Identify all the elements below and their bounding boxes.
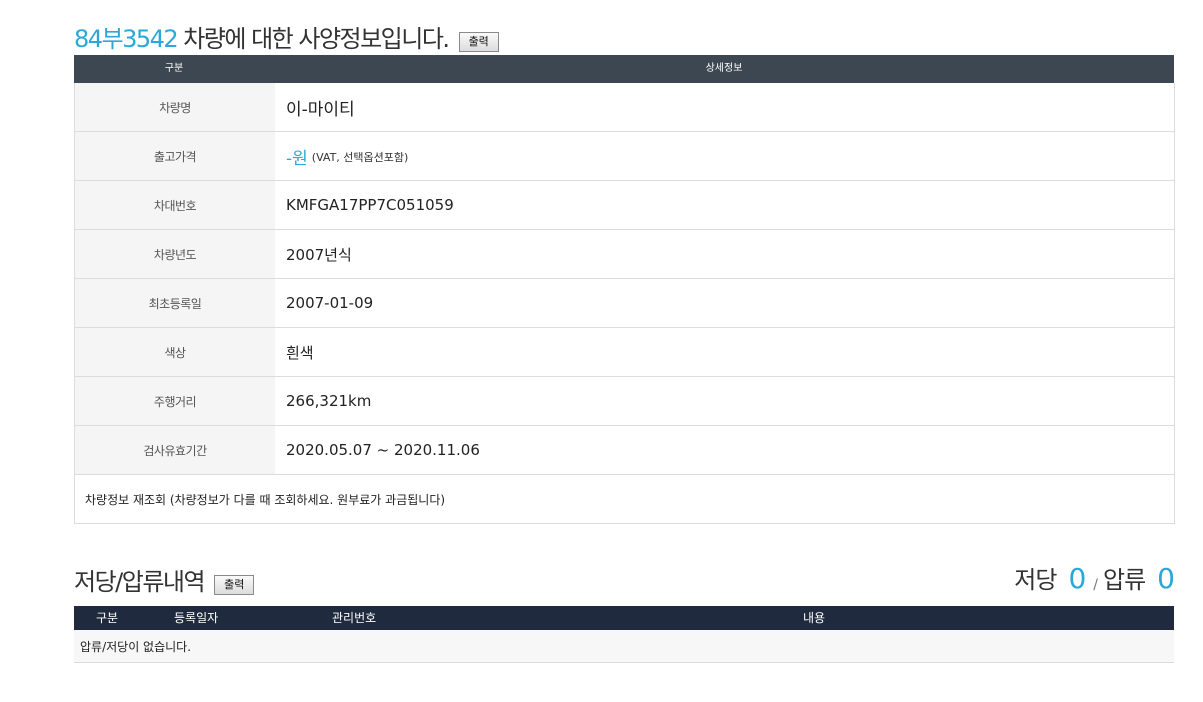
- print-spec-button[interactable]: 출력: [458, 32, 499, 52]
- lien-title: 저당/압류내역: [74, 568, 206, 596]
- spec-value: -원 (VAT, 선택옵션포함): [275, 132, 1174, 180]
- lien-col-date: 등록일자: [174, 611, 219, 625]
- refetch-vehicle-info-link[interactable]: 차량정보 재조회 (차량정보가 다를 때 조회하세요. 원부료가 과금됩니다): [74, 475, 1175, 524]
- lien-summary: 저당 0 / 압류 0: [1014, 560, 1175, 595]
- print-lien-button[interactable]: 출력: [214, 575, 255, 595]
- lien-table-header: 구분 등록일자 관리번호 내용: [74, 606, 1174, 630]
- spec-value: 2020.05.07 ~ 2020.11.06: [286, 441, 480, 459]
- spec-label: 차량명: [75, 83, 275, 131]
- spec-value: KMFGA17PP7C051059: [286, 196, 454, 214]
- spec-row-inspection: 검사유효기간 2020.05.07 ~ 2020.11.06: [74, 426, 1175, 475]
- price-value: -원: [286, 148, 308, 169]
- spec-row-mileage: 주행거리 266,321km: [74, 377, 1175, 426]
- spec-value: 2007-01-09: [286, 294, 374, 312]
- price-note: (VAT, 선택옵션포함): [311, 151, 409, 164]
- spec-row-name: 차량명 이-마이티: [74, 83, 1175, 132]
- spec-row-year: 차량년도 2007년식: [74, 230, 1175, 279]
- spec-label: 검사유효기간: [75, 426, 275, 474]
- page-title: 84부3542 차량에 대한 사양정보입니다. 출력: [74, 14, 499, 54]
- spec-row-vin: 차대번호 KMFGA17PP7C051059: [74, 181, 1175, 230]
- plate-number: 84부3542: [74, 25, 179, 53]
- summary-separator: /: [1093, 577, 1098, 593]
- spec-label: 출고가격: [75, 132, 275, 180]
- spec-table-header: 구분 상세정보: [74, 55, 1174, 83]
- col-category: 구분: [164, 63, 184, 74]
- spec-label: 색상: [75, 328, 275, 376]
- seizure-label: 압류: [1103, 566, 1146, 594]
- spec-label: 최초등록일: [75, 279, 275, 327]
- lien-col-number: 관리번호: [332, 611, 377, 625]
- lien-col-content: 내용: [803, 611, 826, 625]
- spec-row-price: 출고가격 -원 (VAT, 선택옵션포함): [74, 132, 1175, 181]
- col-detail: 상세정보: [705, 63, 743, 74]
- title-text: 차량에 대한 사양정보입니다.: [183, 25, 450, 53]
- lien-empty-row: 압류/저당이 없습니다.: [74, 630, 1174, 663]
- seizure-count: 0: [1157, 562, 1175, 595]
- spec-value: 흰색: [286, 343, 314, 362]
- spec-label: 주행거리: [75, 377, 275, 425]
- spec-label: 차량년도: [75, 230, 275, 278]
- mortgage-label: 저당: [1014, 566, 1057, 594]
- lien-section-title: 저당/압류내역 출력: [74, 562, 255, 597]
- spec-value: 이-마이티: [286, 99, 355, 120]
- spec-row-first-registration: 최초등록일 2007-01-09: [74, 279, 1175, 328]
- lien-col-category: 구분: [96, 611, 119, 625]
- spec-value: 266,321km: [286, 392, 372, 410]
- spec-label: 차대번호: [75, 181, 275, 229]
- spec-row-color: 색상 흰색: [74, 328, 1175, 377]
- spec-value: 2007년식: [286, 245, 352, 264]
- mortgage-count: 0: [1068, 562, 1086, 595]
